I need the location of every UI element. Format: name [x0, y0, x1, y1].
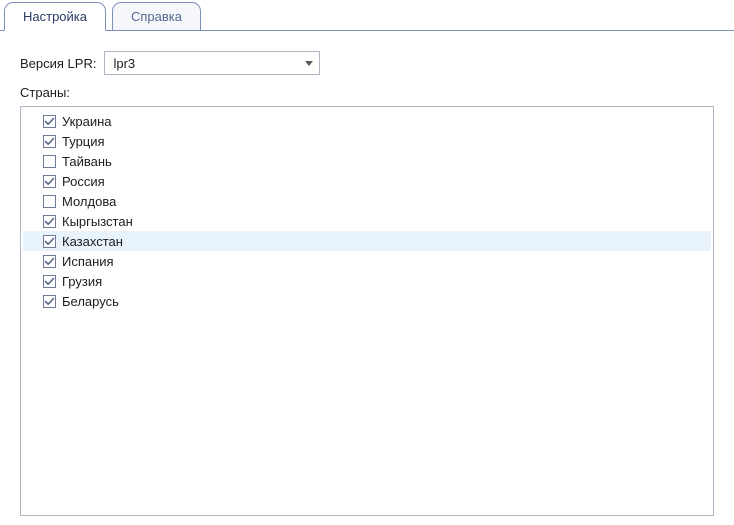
lpr-version-row: Версия LPR: lpr3 — [20, 51, 714, 75]
country-item[interactable]: Испания — [23, 251, 711, 271]
country-label: Казахстан — [62, 234, 123, 249]
country-checkbox[interactable] — [43, 175, 56, 188]
country-item[interactable]: Россия — [23, 171, 711, 191]
lpr-version-value: lpr3 — [113, 56, 135, 71]
country-label: Молдова — [62, 194, 116, 209]
country-item[interactable]: Казахстан — [23, 231, 711, 251]
country-label: Кыргызстан — [62, 214, 133, 229]
country-checkbox[interactable] — [43, 215, 56, 228]
country-label: Украина — [62, 114, 112, 129]
country-label: Россия — [62, 174, 105, 189]
country-label: Грузия — [62, 274, 102, 289]
country-item[interactable]: Тайвань — [23, 151, 711, 171]
country-item[interactable]: Украина — [23, 111, 711, 131]
country-checkbox[interactable] — [43, 275, 56, 288]
country-checkbox[interactable] — [43, 235, 56, 248]
country-item[interactable]: Грузия — [23, 271, 711, 291]
tab-settings[interactable]: Настройка — [4, 2, 106, 31]
country-label: Турция — [62, 134, 105, 149]
settings-panel: Версия LPR: lpr3 Страны: Украина Турция Та… — [0, 31, 734, 525]
country-checkbox[interactable] — [43, 155, 56, 168]
country-item[interactable]: Молдова — [23, 191, 711, 211]
tab-help-label: Справка — [131, 9, 182, 24]
countries-listbox[interactable]: Украина Турция Тайвань Россия Молдова Кыргызс… — [20, 106, 714, 516]
country-label: Испания — [62, 254, 114, 269]
country-item[interactable]: Кыргызстан — [23, 211, 711, 231]
country-checkbox[interactable] — [43, 255, 56, 268]
country-checkbox[interactable] — [43, 135, 56, 148]
countries-label: Страны: — [20, 85, 714, 100]
country-item[interactable]: Турция — [23, 131, 711, 151]
country-checkbox[interactable] — [43, 195, 56, 208]
lpr-version-select[interactable]: lpr3 — [104, 51, 320, 75]
country-checkbox[interactable] — [43, 295, 56, 308]
tab-help[interactable]: Справка — [112, 2, 201, 31]
country-label: Беларусь — [62, 294, 119, 309]
country-label: Тайвань — [62, 154, 112, 169]
tab-bar: Настройка Справка — [0, 0, 734, 31]
lpr-version-label: Версия LPR: — [20, 56, 96, 71]
country-item[interactable]: Беларусь — [23, 291, 711, 311]
country-checkbox[interactable] — [43, 115, 56, 128]
chevron-down-icon — [305, 61, 313, 66]
tab-settings-label: Настройка — [23, 9, 87, 24]
